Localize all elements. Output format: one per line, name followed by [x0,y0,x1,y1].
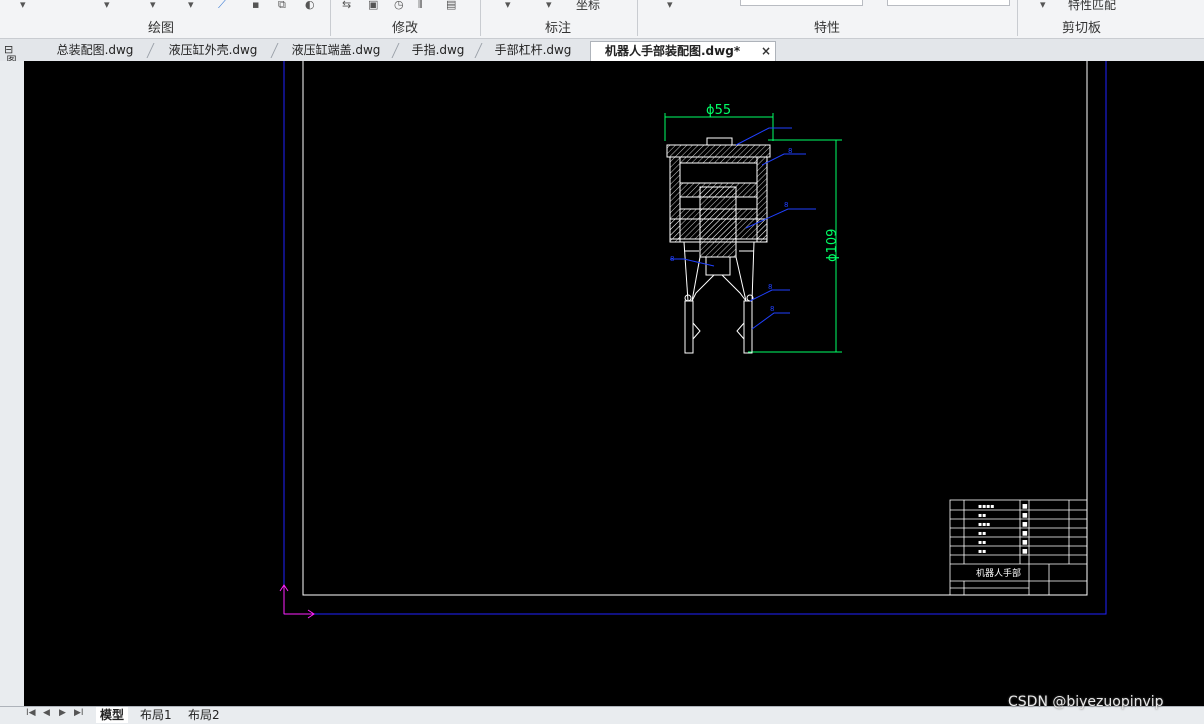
dropdown-arrow-icon[interactable]: ▾ [104,0,110,10]
dropdown-arrow-icon[interactable]: ▾ [188,0,194,10]
dropdown-arrow-icon[interactable]: ▾ [150,0,156,10]
svg-text:8: 8 [768,283,772,291]
document-tab-bar: 总装配图.dwg 液压缸外壳.dwg 液压缸端盖.dwg 手指.dwg 手部杠杆… [0,39,1204,62]
cylinder-body [666,137,771,258]
group-label-annotate: 标注 [545,21,572,36]
group-label-modify: 修改 [392,21,419,36]
inner-drawing-border [302,61,1088,596]
match-properties-button[interactable]: 特性匹配 [1068,0,1116,13]
svg-text:■: ■ [1022,512,1028,519]
rotate-icon[interactable]: ◐ [305,0,315,10]
svg-text:▪▪: ▪▪ [978,512,986,519]
dropdown-arrow-icon[interactable]: ▾ [1040,0,1046,10]
copy-icon[interactable]: ⧉ [278,0,286,10]
nav-next-icon[interactable]: ▶ [59,708,66,718]
ribbon: ▾ ▾ ▾ ▾ ⟋ ▪ ⧉ ◐ 绘图 ⇆ ▣ ◷ ⫴ ▤ 修改 ▾ ▾ 坐标 标… [0,0,1204,39]
watermark: CSDN @biyezuopinvip [1008,694,1164,710]
svg-text:■: ■ [1022,539,1028,546]
dropdown-arrow-icon[interactable]: ▾ [667,0,673,10]
ribbon-separator [1017,0,1018,36]
title-block-cells: ▪▪▪▪▪▪ ▪▪▪▪▪ ▪▪▪▪ ■■ ■■ ■■ [978,503,1028,555]
lineweight-select[interactable] [887,0,1010,6]
group-label-clipboard: 剪切板 [1062,21,1102,36]
layout-tab-2[interactable]: 布局2 [188,707,220,723]
svg-text:8: 8 [670,255,674,263]
nav-first-icon[interactable]: I◀ [26,708,36,718]
left-panel [0,61,24,706]
dim-height-label: ϕ109 [825,229,840,262]
nav-prev-icon[interactable]: ◀ [43,708,50,718]
svg-text:▪▪▪: ▪▪▪ [978,521,990,528]
tab-hand-lever[interactable]: 手部杠杆.dwg [484,41,582,60]
svg-text:8: 8 [784,201,788,209]
mirror-icon[interactable]: ⫴ [418,0,423,10]
dropdown-arrow-icon[interactable]: ▾ [546,0,552,10]
title-block-title: 机器人手部 [976,567,1021,579]
tab-divider [391,43,400,58]
scale-icon[interactable]: ▣ [368,0,378,10]
svg-text:▪▪: ▪▪ [978,530,986,537]
tab-cylinder-shell[interactable]: 液压缸外壳.dwg [154,41,272,60]
svg-text:■: ■ [1022,548,1028,555]
svg-text:8: 8 [770,305,774,313]
group-label-properties: 特性 [814,21,841,36]
coordinate-button[interactable]: 坐标 [576,0,600,13]
erase-icon[interactable]: ▪ [252,0,259,10]
dropdown-arrow-icon[interactable]: ▾ [20,0,26,10]
nav-last-icon[interactable]: ▶I [74,708,84,718]
ribbon-separator [637,0,638,36]
tab-label: 机器人手部装配图.dwg* [605,44,741,58]
gripper-fingers [683,241,755,354]
panel-icon: ⊟ [4,43,14,56]
move-icon[interactable]: ⇆ [342,0,351,10]
svg-text:▪▪: ▪▪ [978,548,986,555]
svg-text:■: ■ [1022,503,1028,510]
tab-assembly[interactable]: 总装配图.dwg [42,41,148,60]
svg-text:▪▪▪▪: ▪▪▪▪ [978,503,994,510]
svg-text:■: ■ [1022,521,1028,528]
dim-width-label: ϕ55 [706,103,731,118]
linetype-select[interactable] [740,0,863,6]
svg-text:■: ■ [1022,530,1028,537]
ribbon-separator [330,0,331,36]
drawing-svg: ϕ55 ϕ109 8 8 8 8 8 ▪▪▪▪▪▪ ▪▪▪▪▪ ▪▪▪▪ ■■ … [279,61,1107,619]
layout-tab-model[interactable]: 模型 [96,707,129,723]
layout-tab-1[interactable]: 布局1 [140,707,172,723]
svg-text:▪▪: ▪▪ [978,539,986,546]
group-label-draw: 绘图 [148,21,175,36]
tab-robot-hand-assembly[interactable]: 机器人手部装配图.dwg* × [590,41,776,61]
close-icon[interactable]: × [761,42,771,61]
offset-icon[interactable]: ▤ [446,0,456,10]
line-tool-icon[interactable]: ⟋ [218,0,226,10]
tab-cylinder-cap[interactable]: 液压缸端盖.dwg [280,41,392,60]
tab-finger[interactable]: 手指.dwg [400,41,476,60]
ucs-icon [279,584,315,619]
title-block [949,499,1088,596]
drawing-canvas[interactable]: ϕ55 ϕ109 8 8 8 8 8 ▪▪▪▪ ▪▪ ▪▪▪ ▪▪ ▪▪ ▪▪ … [24,61,1204,706]
dropdown-arrow-icon[interactable]: ▾ [505,0,511,10]
svg-text:8: 8 [788,147,792,155]
clock-icon[interactable]: ◷ [394,0,404,10]
ribbon-separator [480,0,481,36]
